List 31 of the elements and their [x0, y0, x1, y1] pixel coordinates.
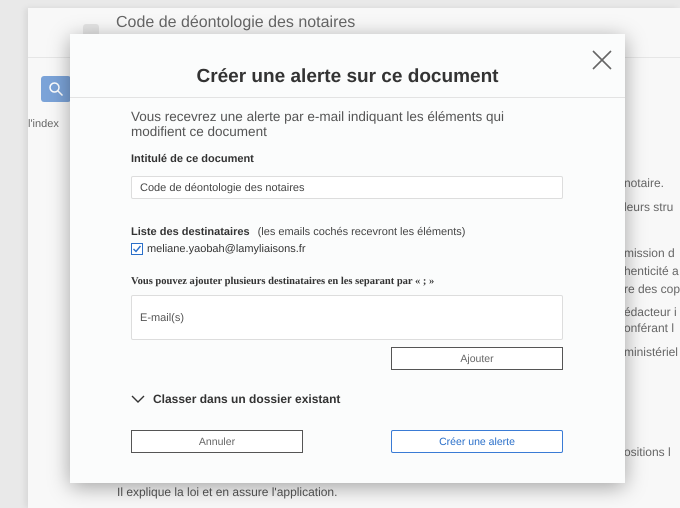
sidebar-link[interactable]: l'index	[28, 118, 59, 130]
body-text: henticité a	[624, 263, 680, 279]
cancel-button[interactable]: Annuler	[131, 430, 303, 453]
close-button[interactable]	[592, 50, 612, 70]
email-field[interactable]: E-mail(s)	[131, 295, 563, 340]
create-button[interactable]: Créer une alerte	[391, 430, 563, 453]
body-text: ministériel	[624, 344, 679, 360]
hint-text: (les emails cochés recevront les éléments)	[258, 226, 466, 238]
search-button[interactable]	[41, 76, 71, 102]
body-text: leurs stru	[624, 199, 674, 215]
body-text: Il explique la loi et en assure l'application.	[116, 485, 338, 501]
dialog-title: Créer une alerte sur ce document	[70, 34, 625, 98]
intro-text: Vous recevrez une alerte par e-mail indiquant les éléments qui modifient ce document	[131, 109, 505, 139]
body-text: re des cop	[624, 281, 680, 297]
field-label: Intitulé de ce document	[131, 153, 254, 165]
body-text: mission d	[624, 245, 676, 261]
input-field[interactable]: Code de déontologie des notaires	[131, 176, 563, 199]
hint-text: Vous pouvez ajouter plusieurs destinataires en les separant par « ; »	[131, 276, 434, 287]
body-text: édacteur i	[624, 304, 678, 320]
checkbox-label: meliane.yaobah@lamyliaisons.fr	[147, 243, 306, 255]
checkbox[interactable]	[131, 243, 143, 255]
add-button[interactable]: Ajouter	[391, 347, 563, 370]
body-text: notaire.	[624, 175, 665, 191]
folder-toggle[interactable]: Classer dans un dossier existant	[131, 392, 340, 406]
body-text: ositions l	[624, 444, 672, 460]
field-label: Liste des destinataires	[131, 226, 250, 238]
chevron-icon	[131, 395, 145, 403]
search-icon	[48, 81, 64, 97]
page-title: Code de déontologie des notaires	[116, 14, 356, 32]
close-icon	[592, 50, 612, 70]
body-text: onférant l	[624, 320, 675, 336]
